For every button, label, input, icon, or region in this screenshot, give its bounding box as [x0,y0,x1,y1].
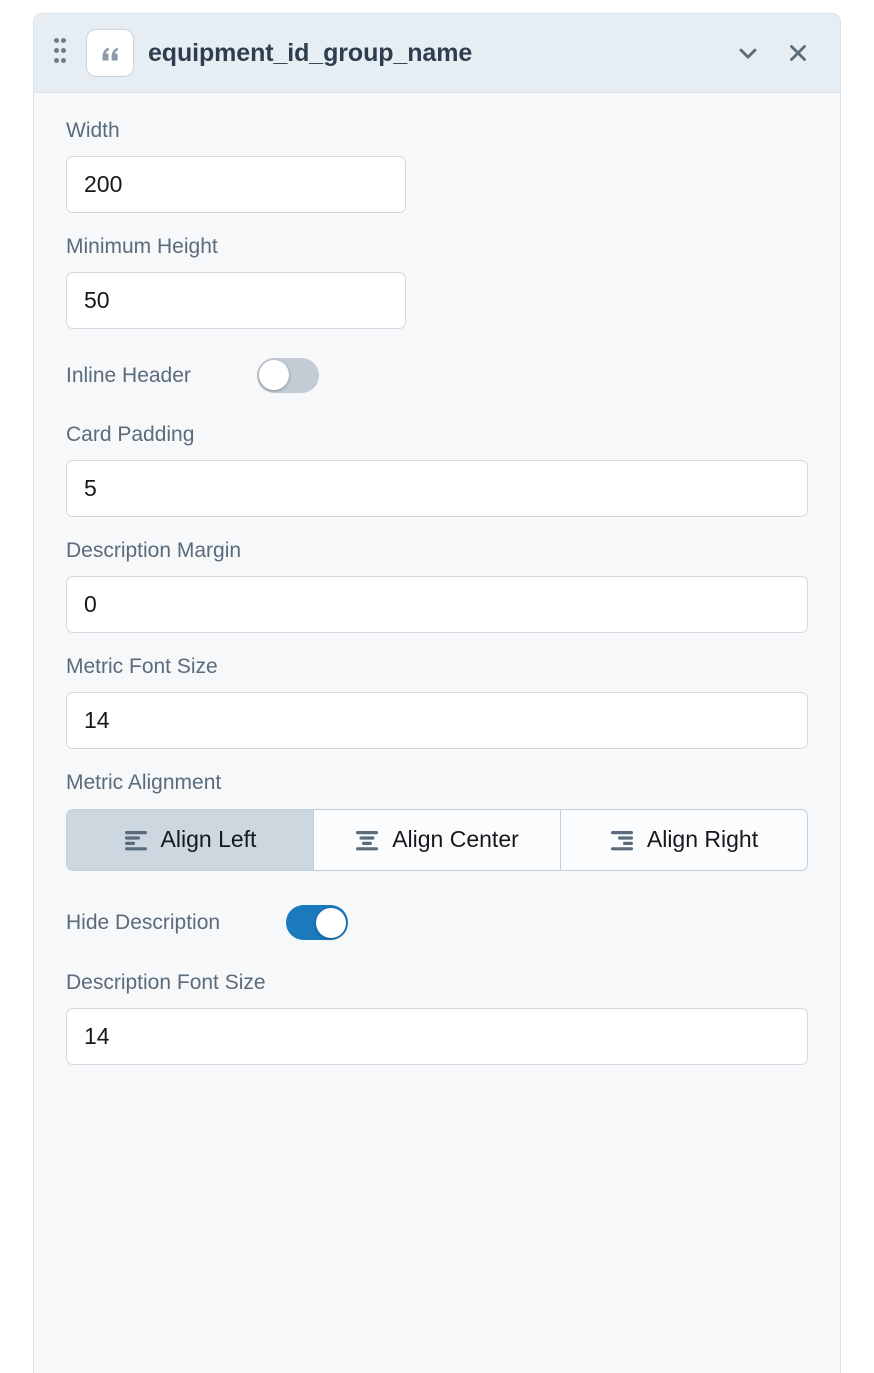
metric-font-size-input[interactable]: 14 [66,692,808,750]
field-label-hide-description: Hide Description [66,911,221,935]
metric-alignment-label: Align Right [646,826,759,853]
width-input[interactable]: 200 [66,156,406,214]
page-title: equipment_id_group_name [148,38,473,67]
panel-body: Width 200 Minimum Height 50 Inline Heade… [34,93,840,1065]
align-right-icon [610,829,636,851]
widget-settings-panel: equipment_id_group_name Width 200 Minimu… [33,13,841,1373]
field-label-card-padding: Card Padding [66,423,195,447]
panel-header: equipment_id_group_name [34,14,840,93]
close-icon[interactable] [778,33,818,73]
quote-icon [86,29,134,77]
description-margin-input[interactable]: 0 [66,576,808,634]
field-label-width: Width [66,119,120,142]
field-label-description-margin: Description Margin [66,539,242,563]
field-label-inline-header: Inline Header [66,363,191,387]
field-minimum-height: Minimum Height 50 [66,235,808,330]
toggle-knob [315,907,346,938]
inline-header-toggle[interactable] [256,357,319,393]
minimum-height-input[interactable]: 50 [66,272,406,330]
field-width: Width 200 [66,119,808,214]
field-label-minimum-height: Minimum Height [66,235,218,259]
chevron-down-icon[interactable] [728,33,768,73]
metric-alignment-label: Align Center [392,826,519,853]
align-left-icon [124,829,150,851]
metric-alignment-option-align-left[interactable]: Align Left [67,809,314,870]
field-inline-header: Inline Header [66,351,808,399]
hide-description-toggle[interactable] [286,905,349,941]
field-description-margin: Description Margin 0 [66,539,808,634]
field-label-description-font-size: Description Font Size [66,970,266,994]
metric-alignment-label: Align Left [160,826,257,853]
toggle-knob [259,360,290,391]
field-metric-font-size: Metric Font Size 14 [66,655,808,750]
align-center-icon [355,829,381,851]
drag-dots-icon[interactable] [54,38,76,68]
description-font-size-input[interactable]: 14 [66,1007,808,1065]
field-label-metric-font-size: Metric Font Size [66,655,218,679]
card-padding-input[interactable]: 5 [66,460,808,518]
field-label-metric-alignment: Metric Alignment [66,771,222,795]
field-hide-description: Hide Description [66,899,808,947]
field-metric-alignment: Metric Alignment Align Left Align Center… [66,771,808,871]
metric-alignment-group: Align Left Align Center Align Right [66,808,808,871]
metric-alignment-option-align-right[interactable]: Align Right [561,809,807,870]
metric-alignment-option-align-center[interactable]: Align Center [314,809,561,870]
field-description-font-size: Description Font Size 14 [66,971,808,1065]
field-card-padding: Card Padding 5 [66,423,808,518]
